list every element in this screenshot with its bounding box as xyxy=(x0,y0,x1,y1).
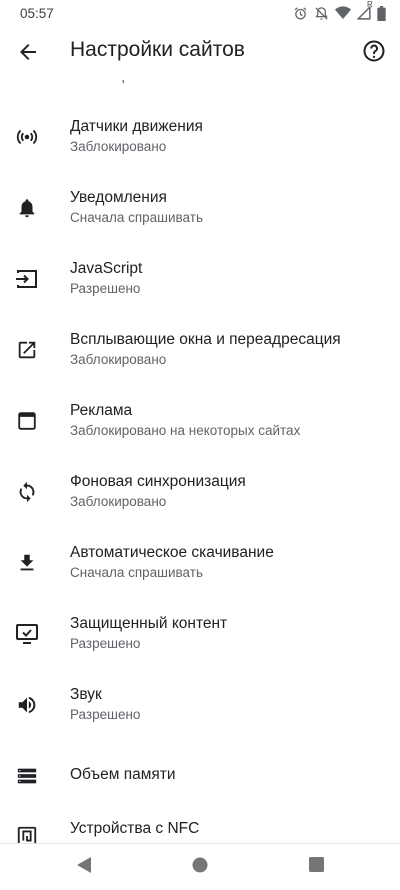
setting-row-nfc[interactable]: Устройства с NFC xyxy=(0,809,400,843)
setting-subtitle: Заблокировано на некоторых сайтах xyxy=(70,423,301,438)
status-icons: R xyxy=(293,0,386,21)
settings-list[interactable]: Заблокировано Датчики движения Заблокиро… xyxy=(0,56,400,843)
setting-row-sound[interactable]: Звук Разрешено xyxy=(0,675,400,747)
help-icon xyxy=(362,39,386,68)
javascript-icon xyxy=(14,266,40,292)
signal-icon: R xyxy=(357,0,373,20)
setting-row-javascript[interactable]: JavaScript Разрешено xyxy=(0,249,400,321)
setting-row-background-sync[interactable]: Фоновая синхронизация Заблокировано xyxy=(0,462,400,534)
setting-row-protected-content[interactable]: Защищенный контент Разрешено xyxy=(0,604,400,676)
setting-title: Фоновая синхронизация xyxy=(70,473,246,490)
roaming-label: R xyxy=(367,0,373,9)
status-time: 05:57 xyxy=(20,5,54,21)
back-button[interactable] xyxy=(10,36,46,72)
battery-icon xyxy=(377,5,386,21)
app-bar: Настройки сайтов xyxy=(0,26,400,80)
volume-icon xyxy=(14,692,40,718)
mute-icon xyxy=(314,6,329,21)
setting-row-popups[interactable]: Всплывающие окна и переадресация Заблоки… xyxy=(0,320,400,392)
motion-sensors-icon xyxy=(14,124,40,150)
setting-subtitle: Разрешено xyxy=(70,707,141,722)
setting-title: Всплывающие окна и переадресация xyxy=(70,331,341,348)
setting-subtitle: Разрешено xyxy=(70,636,141,651)
setting-row-auto-download[interactable]: Автоматическое скачивание Сначала спраши… xyxy=(0,533,400,605)
status-bar: 05:57 R xyxy=(0,0,400,26)
nav-home-button[interactable] xyxy=(186,853,214,881)
setting-title: Устройства с NFC xyxy=(70,820,200,837)
setting-subtitle: Заблокировано xyxy=(70,139,167,154)
nav-back-button[interactable] xyxy=(70,853,98,881)
arrow-back-icon xyxy=(16,40,40,69)
bell-icon xyxy=(14,195,40,221)
nav-recents-icon xyxy=(308,857,324,877)
setting-title: JavaScript xyxy=(70,260,143,277)
setting-row-motion-sensors[interactable]: Датчики движения Заблокировано xyxy=(0,107,400,179)
setting-subtitle: Заблокировано xyxy=(70,352,167,367)
wifi-icon xyxy=(335,6,351,20)
nfc-icon xyxy=(14,823,40,843)
help-button[interactable] xyxy=(358,37,390,69)
setting-title: Защищенный контент xyxy=(70,615,228,632)
setting-subtitle: Разрешено xyxy=(70,281,141,296)
setting-row-ads[interactable]: Реклама Заблокировано на некоторых сайта… xyxy=(0,391,400,463)
nav-home-icon xyxy=(192,857,208,878)
setting-title: Звук xyxy=(70,686,102,703)
page-title: Настройки сайтов xyxy=(70,38,245,61)
download-icon xyxy=(14,550,40,576)
nav-recents-button[interactable] xyxy=(302,853,330,881)
ads-icon xyxy=(14,408,40,434)
setting-title: Уведомления xyxy=(70,189,167,206)
sync-icon xyxy=(14,479,40,505)
setting-subtitle: Заблокировано xyxy=(70,494,167,509)
nav-back-icon xyxy=(76,856,92,879)
setting-title: Автоматическое скачивание xyxy=(70,544,274,561)
popup-icon xyxy=(14,337,40,363)
setting-title: Датчики движения xyxy=(70,118,203,135)
setting-row-storage[interactable]: Объем памяти xyxy=(0,746,400,818)
system-nav-bar xyxy=(0,843,400,890)
storage-icon xyxy=(14,763,40,789)
setting-subtitle: Сначала спрашивать xyxy=(70,565,203,580)
setting-row-notifications[interactable]: Уведомления Сначала спрашивать xyxy=(0,178,400,250)
setting-subtitle: Сначала спрашивать xyxy=(70,210,203,225)
setting-title: Объем памяти xyxy=(70,766,176,783)
setting-title: Реклама xyxy=(70,402,133,419)
alarm-icon xyxy=(293,6,308,21)
protected-content-icon xyxy=(14,621,40,647)
